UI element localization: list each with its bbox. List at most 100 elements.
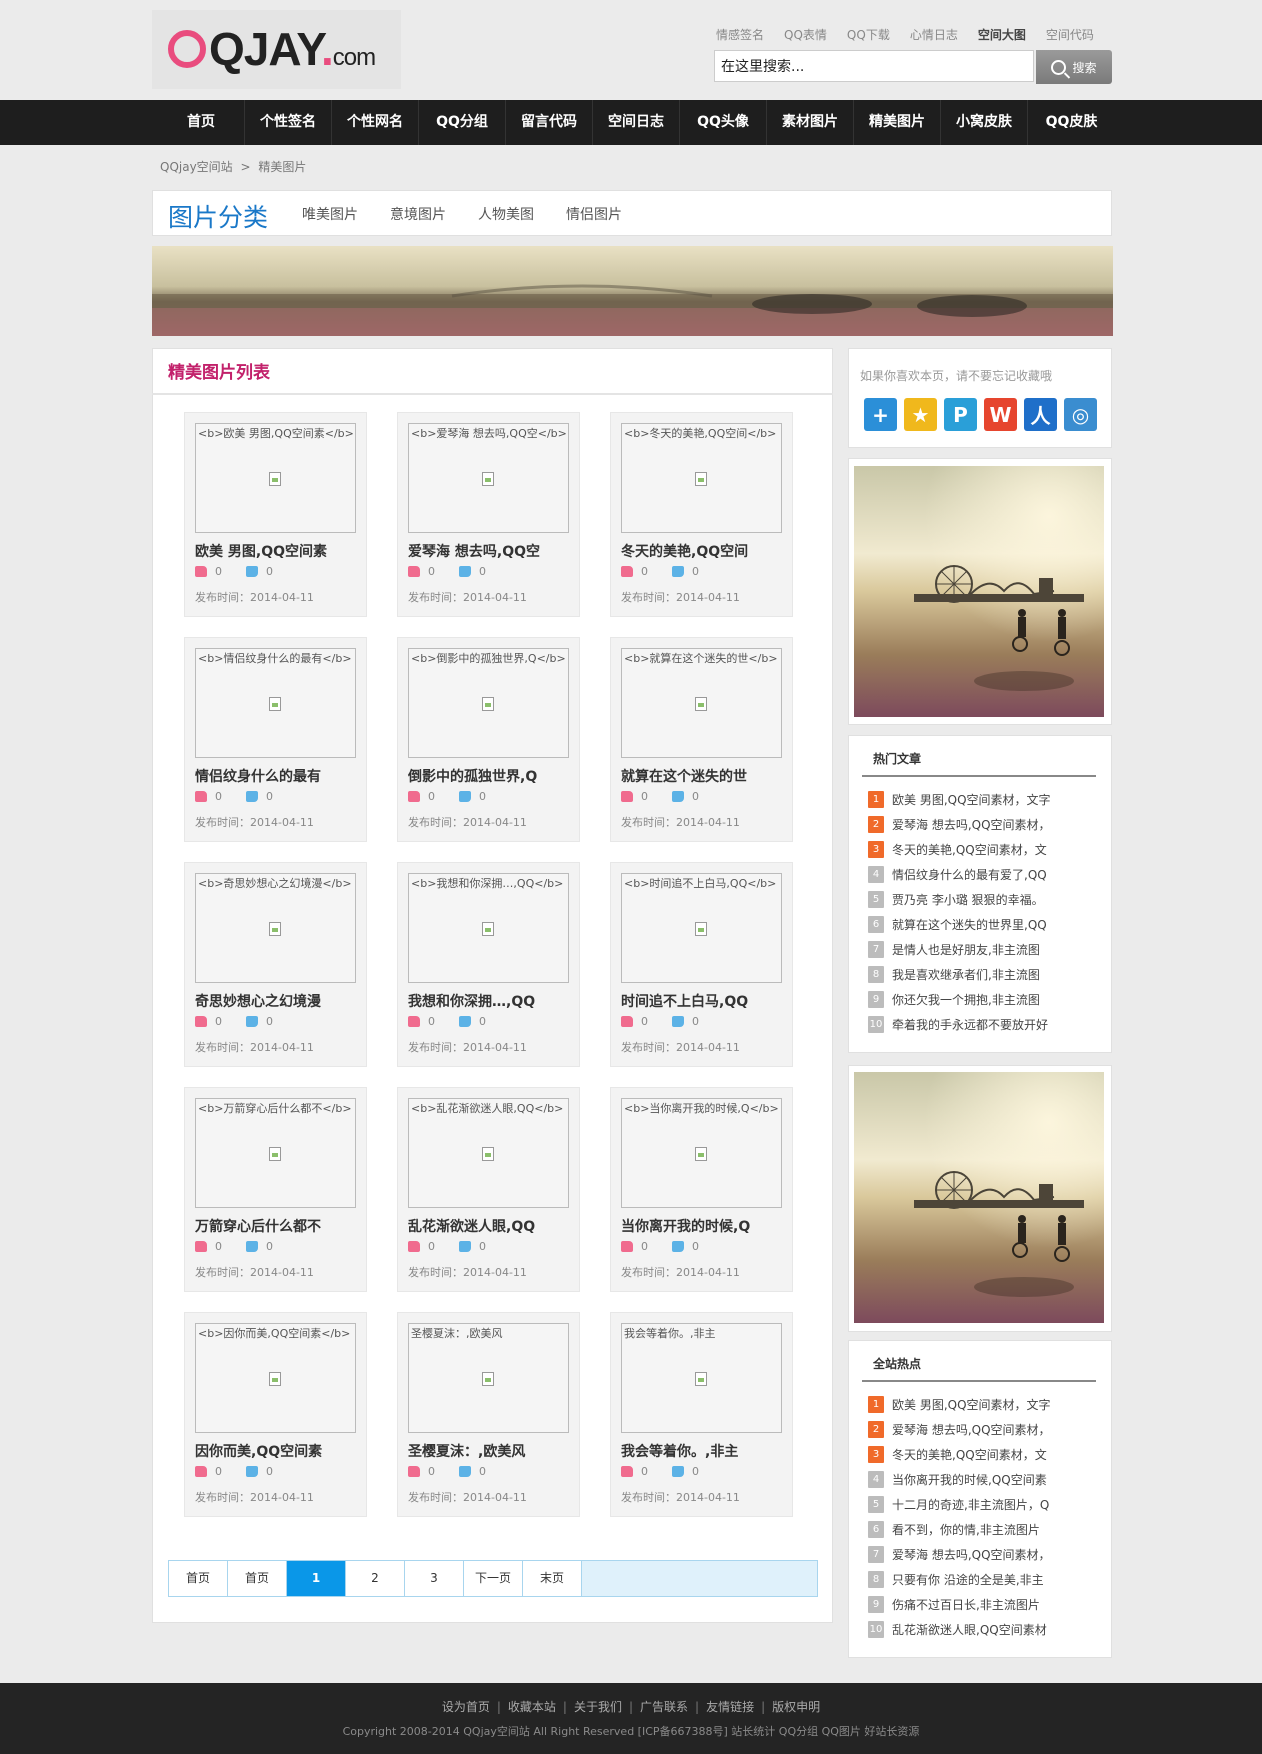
image-card[interactable]: <b>冬天的美艳,QQ空间</b> 冬天的美艳,QQ空间 0 0 发布时间：2014-0…: [610, 412, 793, 617]
thumb-down-icon[interactable]: [246, 791, 258, 802]
nav-item[interactable]: 空间日志: [593, 100, 680, 145]
breadcrumb-home[interactable]: QQjay空间站: [160, 160, 233, 174]
page-link[interactable]: 末页: [523, 1561, 582, 1596]
footer-link[interactable]: 广告联系: [640, 1700, 688, 1714]
list-item[interactable]: 4 当你离开我的时候,QQ空间素: [868, 1467, 1051, 1492]
image-card[interactable]: <b>因你而美,QQ空间素</b> 因你而美,QQ空间素 0 0 发布时间：2014-0…: [184, 1312, 367, 1517]
nav-item[interactable]: 精美图片: [854, 100, 941, 145]
thumb-up-icon[interactable]: [621, 1466, 633, 1477]
card-thumbnail[interactable]: <b>乱花渐欲迷人眼,QQ</b>: [408, 1098, 569, 1208]
thumb-up-icon[interactable]: [195, 791, 207, 802]
nav-item[interactable]: 个性网名: [332, 100, 419, 145]
card-title[interactable]: 我想和你深拥…,QQ: [408, 991, 535, 1011]
list-item[interactable]: 3 冬天的美艳,QQ空间素材，文: [868, 837, 1051, 862]
image-card[interactable]: 我会等着你。,非主 我会等着你。,非主 0 0 发布时间：2014-04-11: [610, 1312, 793, 1517]
list-item[interactable]: 6 就算在这个迷失的世界里,QQ: [868, 912, 1051, 937]
image-card[interactable]: <b>倒影中的孤独世界,Q</b> 倒影中的孤独世界,Q 0 0 发布时间：2014-0…: [397, 637, 580, 842]
card-thumbnail[interactable]: <b>爱琴海 想去吗,QQ空</b>: [408, 423, 569, 533]
list-item-text[interactable]: 冬天的美艳,QQ空间素材，文: [892, 1446, 1047, 1463]
thumb-down-icon[interactable]: [672, 791, 684, 802]
thumb-up-icon[interactable]: [195, 1016, 207, 1027]
page-link[interactable]: 2: [346, 1561, 405, 1596]
tencent-weibo-icon[interactable]: ◎: [1064, 398, 1097, 431]
list-item[interactable]: 2 爱琴海 想去吗,QQ空间素材，: [868, 1417, 1051, 1442]
image-card[interactable]: <b>时间追不上白马,QQ</b> 时间追不上白马,QQ 0 0 发布时间：2014-0…: [610, 862, 793, 1067]
list-item[interactable]: 10 乱花渐欲迷人眼,QQ空间素材: [868, 1617, 1051, 1642]
image-card[interactable]: <b>情侣纹身什么的最有</b> 情侣纹身什么的最有 0 0 发布时间：2014-04-…: [184, 637, 367, 842]
list-item[interactable]: 3 冬天的美艳,QQ空间素材，文: [868, 1442, 1051, 1467]
list-item-text[interactable]: 欧美 男图,QQ空间素材，文字: [892, 791, 1051, 808]
list-item-text[interactable]: 你还欠我一个拥抱,非主流图: [892, 991, 1040, 1008]
footer-link[interactable]: 设为首页: [442, 1700, 490, 1714]
card-title[interactable]: 冬天的美艳,QQ空间: [621, 541, 748, 561]
list-item-text[interactable]: 十二月的奇迹,非主流图片，Q: [892, 1496, 1049, 1513]
page-link[interactable]: 下一页: [464, 1561, 523, 1596]
site-logo[interactable]: QJAY.com: [168, 26, 376, 81]
page-link[interactable]: 3: [405, 1561, 464, 1596]
footer-link[interactable]: 关于我们: [574, 1700, 622, 1714]
card-title[interactable]: 情侣纹身什么的最有: [195, 766, 321, 786]
card-thumbnail[interactable]: <b>就算在这个迷失的世</b>: [621, 648, 782, 758]
image-card[interactable]: 圣樱夏沫：,欧美风 圣樱夏沫：,欧美风 0 0 发布时间：2014-04-11: [397, 1312, 580, 1517]
nav-item[interactable]: 素材图片: [767, 100, 854, 145]
list-item[interactable]: 4 情侣纹身什么的最有爱了,QQ: [868, 862, 1051, 887]
thumb-down-icon[interactable]: [246, 1241, 258, 1252]
card-title[interactable]: 欧美 男图,QQ空间素: [195, 541, 327, 561]
list-item-text[interactable]: 冬天的美艳,QQ空间素材，文: [892, 841, 1047, 858]
card-title[interactable]: 当你离开我的时候,Q: [621, 1216, 750, 1236]
nav-item[interactable]: QQ头像: [680, 100, 767, 145]
card-title[interactable]: 圣樱夏沫：,欧美风: [408, 1441, 525, 1461]
weibo-icon[interactable]: W: [984, 398, 1017, 431]
list-item-text[interactable]: 就算在这个迷失的世界里,QQ: [892, 916, 1047, 933]
card-thumbnail[interactable]: 我会等着你。,非主: [621, 1323, 782, 1433]
list-item[interactable]: 5 贾乃亮 李小璐 狠狠的幸福。: [868, 887, 1051, 912]
card-title[interactable]: 倒影中的孤独世界,Q: [408, 766, 537, 786]
card-thumbnail[interactable]: <b>冬天的美艳,QQ空间</b>: [621, 423, 782, 533]
nav-item[interactable]: 首页: [158, 100, 245, 145]
list-item[interactable]: 8 我是喜欢继承者们,非主流图: [868, 962, 1051, 987]
category-link[interactable]: 意境图片: [390, 204, 446, 224]
card-thumbnail[interactable]: <b>时间追不上白马,QQ</b>: [621, 873, 782, 983]
card-thumbnail[interactable]: <b>当你离开我的时候,Q</b>: [621, 1098, 782, 1208]
card-title[interactable]: 因你而美,QQ空间素: [195, 1441, 322, 1461]
list-item-text[interactable]: 情侣纹身什么的最有爱了,QQ: [892, 866, 1047, 883]
card-thumbnail[interactable]: <b>情侣纹身什么的最有</b>: [195, 648, 356, 758]
top-link[interactable]: QQ表情: [784, 28, 827, 42]
thumb-up-icon[interactable]: [408, 1016, 420, 1027]
add-plus-icon[interactable]: +: [864, 398, 897, 431]
card-thumbnail[interactable]: <b>奇思妙想心之幻境漫</b>: [195, 873, 356, 983]
list-item-text[interactable]: 只要有你 沿途的全是美,非主: [892, 1571, 1044, 1588]
list-item-text[interactable]: 伤痛不过百日长,非主流图片: [892, 1596, 1040, 1613]
page-current[interactable]: 1: [287, 1561, 346, 1596]
nav-item[interactable]: 留言代码: [506, 100, 593, 145]
thumb-down-icon[interactable]: [672, 1241, 684, 1252]
sidebar-photo-2[interactable]: [854, 1072, 1104, 1323]
thumb-down-icon[interactable]: [672, 1466, 684, 1477]
list-item-text[interactable]: 牵着我的手永远都不要放开好: [892, 1016, 1048, 1033]
image-card[interactable]: <b>乱花渐欲迷人眼,QQ</b> 乱花渐欲迷人眼,QQ 0 0 发布时间：2014-0…: [397, 1087, 580, 1292]
thumb-up-icon[interactable]: [408, 1241, 420, 1252]
card-title[interactable]: 时间追不上白马,QQ: [621, 991, 748, 1011]
list-item-text[interactable]: 爱琴海 想去吗,QQ空间素材，: [892, 816, 1051, 833]
list-item-text[interactable]: 欧美 男图,QQ空间素材，文字: [892, 1396, 1051, 1413]
list-item[interactable]: 8 只要有你 沿途的全是美,非主: [868, 1567, 1051, 1592]
list-item-text[interactable]: 乱花渐欲迷人眼,QQ空间素材: [892, 1621, 1047, 1638]
thumb-down-icon[interactable]: [459, 1016, 471, 1027]
list-item[interactable]: 1 欧美 男图,QQ空间素材，文字: [868, 1392, 1051, 1417]
list-item-text[interactable]: 贾乃亮 李小璐 狠狠的幸福。: [892, 891, 1044, 908]
image-card[interactable]: <b>就算在这个迷失的世</b> 就算在这个迷失的世 0 0 发布时间：2014-04-…: [610, 637, 793, 842]
image-card[interactable]: <b>万箭穿心后什么都不</b> 万箭穿心后什么都不 0 0 发布时间：2014-04-…: [184, 1087, 367, 1292]
card-title[interactable]: 爱琴海 想去吗,QQ空: [408, 541, 540, 561]
list-item-text[interactable]: 当你离开我的时候,QQ空间素: [892, 1471, 1047, 1488]
category-link[interactable]: 唯美图片: [302, 204, 358, 224]
list-item[interactable]: 1 欧美 男图,QQ空间素材，文字: [868, 787, 1051, 812]
image-card[interactable]: <b>欧美 男图,QQ空间素</b> 欧美 男图,QQ空间素 0 0 发布时间：2014…: [184, 412, 367, 617]
thumb-up-icon[interactable]: [408, 1466, 420, 1477]
thumb-down-icon[interactable]: [459, 791, 471, 802]
nav-item[interactable]: QQ分组: [419, 100, 506, 145]
card-thumbnail[interactable]: <b>倒影中的孤独世界,Q</b>: [408, 648, 569, 758]
image-card[interactable]: <b>爱琴海 想去吗,QQ空</b> 爱琴海 想去吗,QQ空 0 0 发布时间：2014…: [397, 412, 580, 617]
page-link[interactable]: 首页: [169, 1561, 228, 1596]
thumb-down-icon[interactable]: [459, 566, 471, 577]
breadcrumb-current[interactable]: 精美图片: [258, 160, 306, 174]
